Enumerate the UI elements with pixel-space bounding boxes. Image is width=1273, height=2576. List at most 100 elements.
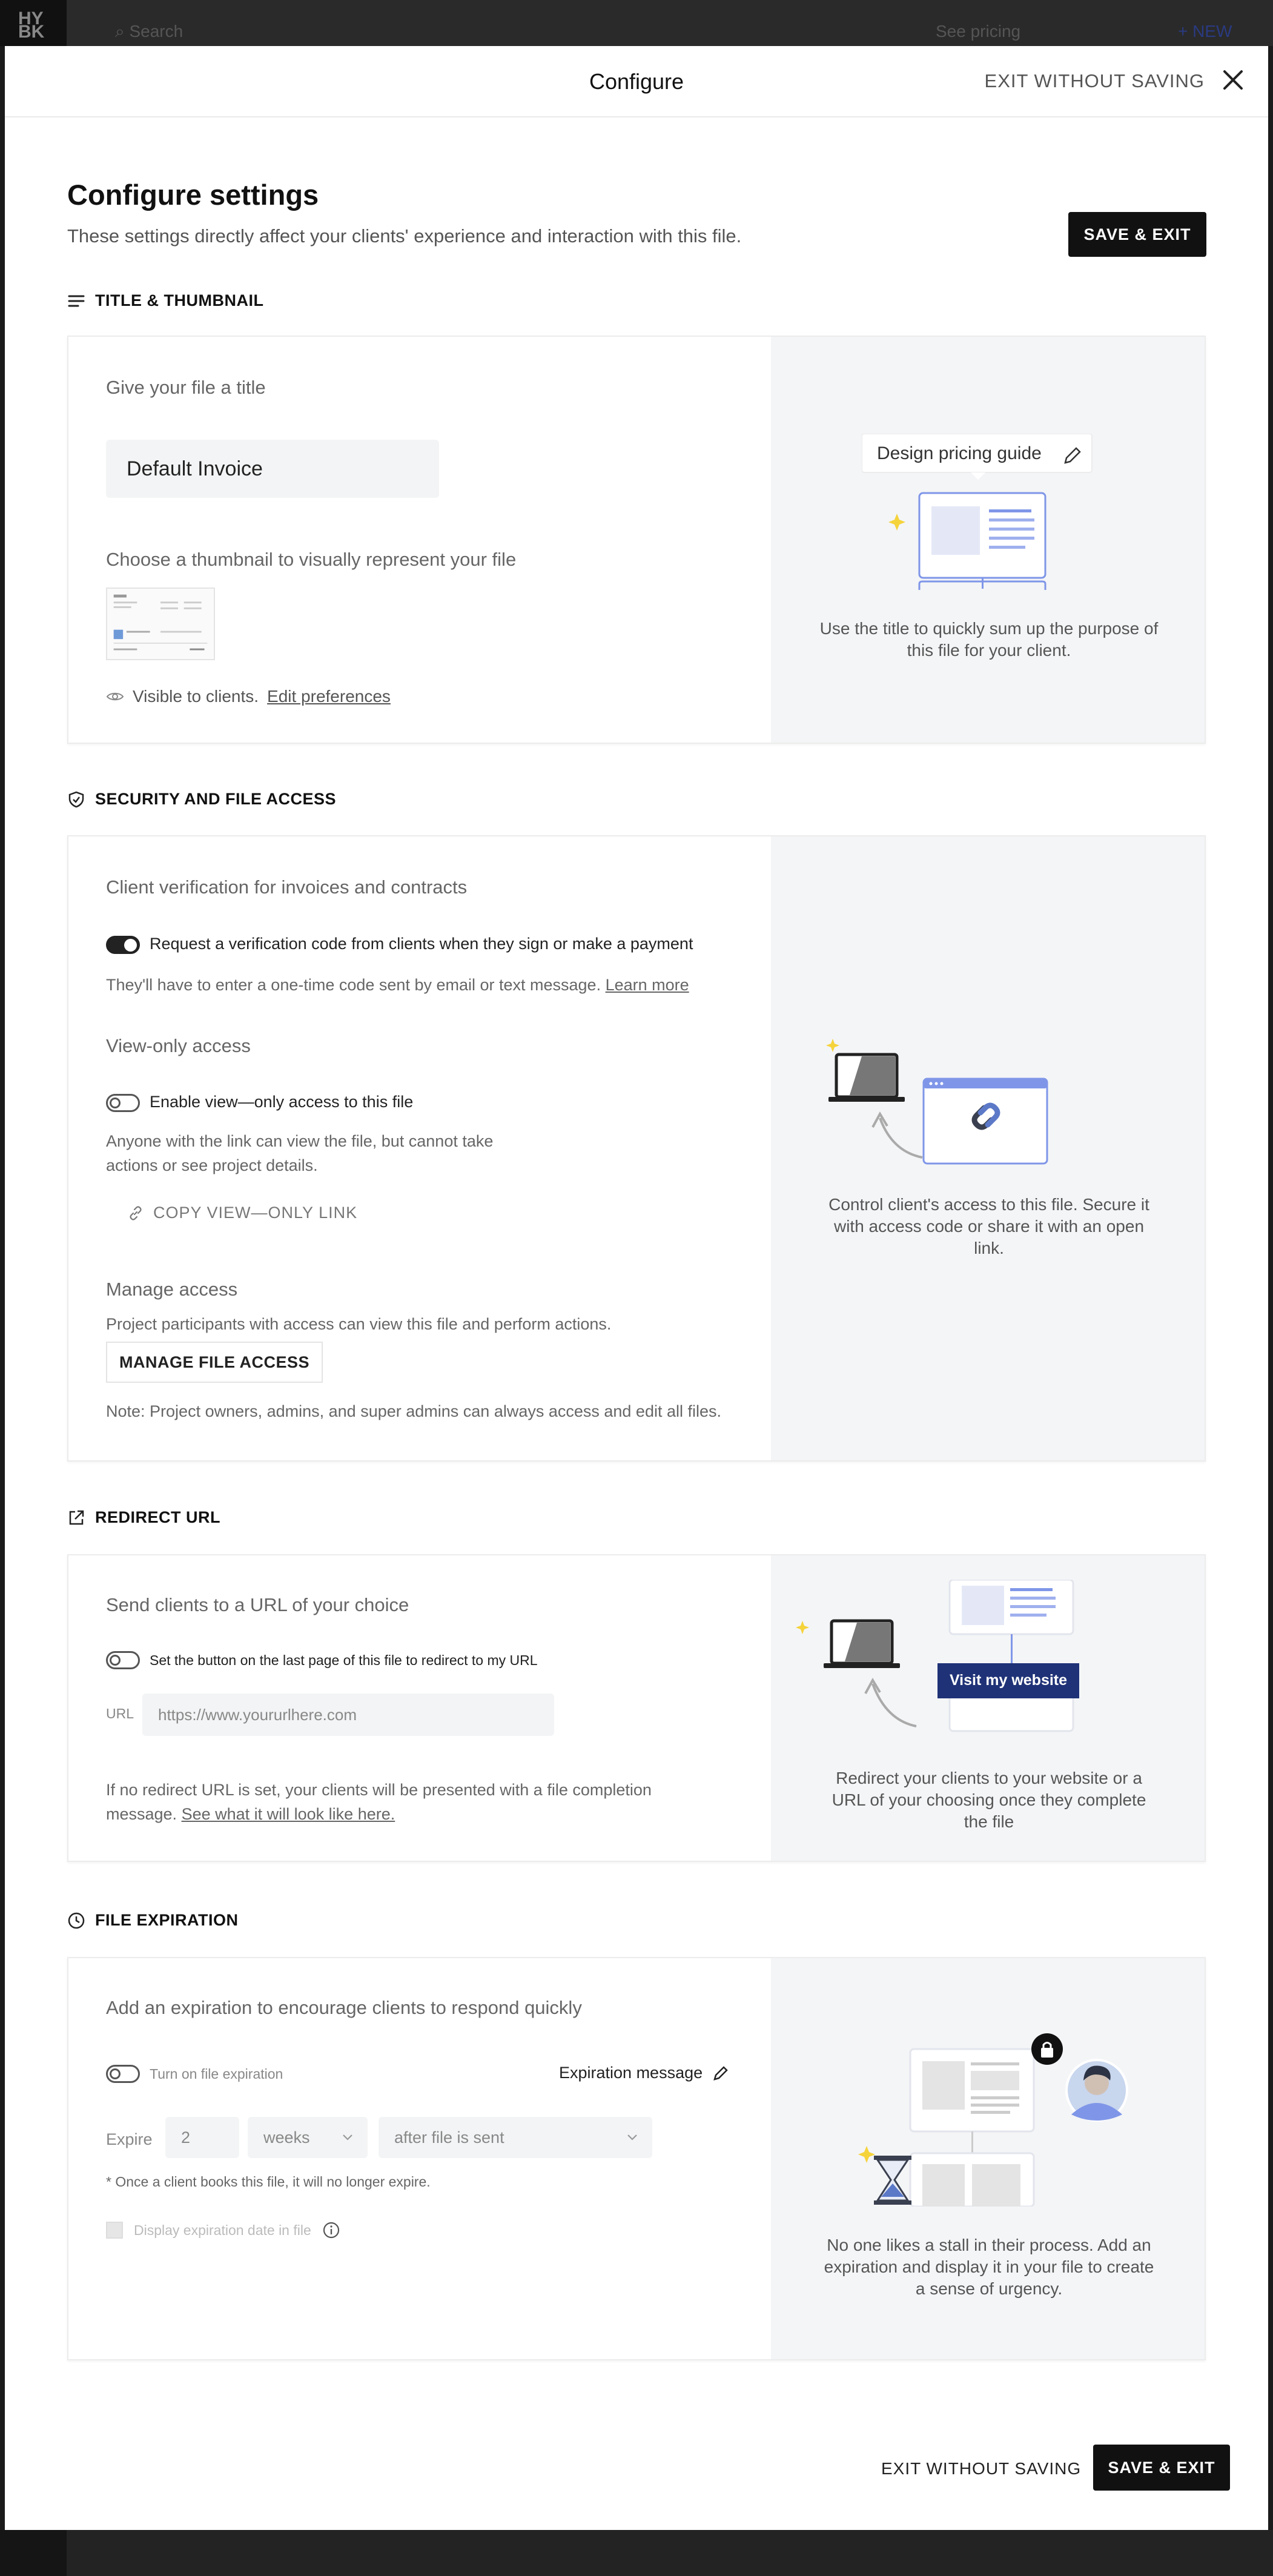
view-only-help-2: actions or see project details. xyxy=(106,1156,318,1174)
eye-icon xyxy=(106,692,124,701)
pencil-icon xyxy=(713,2065,728,2081)
verification-toggle-label: Request a verification code from clients… xyxy=(150,935,693,953)
expiration-message-label: Expiration message xyxy=(559,2064,703,2082)
redirect-label: Send clients to a URL of your choice xyxy=(106,1594,409,1615)
redirect-toggle[interactable] xyxy=(106,1651,140,1669)
security-illustration xyxy=(826,1039,1048,1165)
expiration-label: Add an expiration to encourage clients t… xyxy=(106,1997,582,2018)
save-exit-button[interactable]: SAVE & EXIT xyxy=(1068,212,1206,257)
view-only-help-1: Anyone with the link can view the file, … xyxy=(106,1132,494,1150)
exit-without-saving-link[interactable]: EXIT WITHOUT SAVING xyxy=(985,70,1205,92)
chevron-down-icon xyxy=(627,2134,637,2141)
visibility-row: Visible to clients. Edit preferences xyxy=(106,687,391,706)
view-only-toggle-label: Enable view—only access to this file xyxy=(150,1093,414,1111)
external-link-icon xyxy=(69,1510,84,1525)
manage-access-label: Manage access xyxy=(106,1279,238,1300)
visible-to-clients-text: Visible to clients. xyxy=(133,687,259,706)
file-title-input[interactable]: Default Invoice xyxy=(106,440,439,498)
redirect-help-message: message. xyxy=(106,1805,177,1823)
expiration-toggle[interactable] xyxy=(106,2065,140,2083)
redirect-illustration xyxy=(796,1580,1079,1732)
learn-more-link[interactable]: Learn more xyxy=(606,976,689,994)
expiration-note: * Once a client books this file, it will… xyxy=(106,2174,431,2190)
display-date-checkbox[interactable] xyxy=(106,2222,123,2239)
view-only-label: View-only access xyxy=(106,1035,251,1056)
expiration-illustration xyxy=(858,2033,1128,2207)
chevron-down-icon xyxy=(343,2134,352,2141)
access-note: Note: Project owners, admins, and super … xyxy=(106,1402,721,1420)
thumbnail-preview[interactable] xyxy=(106,588,215,660)
app-topbar: HY BK ⌕ Search See pricing + NEW xyxy=(0,0,1273,46)
copy-view-only-link-button[interactable]: COPY VIEW—ONLY LINK xyxy=(128,1204,357,1222)
expiration-illustration-caption: No one likes a stall in their process. A… xyxy=(824,2236,1154,2298)
manage-file-access-button[interactable]: MANAGE FILE ACCESS xyxy=(106,1342,323,1383)
redirect-help-1: If no redirect URL is set, your clients … xyxy=(106,1781,652,1799)
title-illustration-tooltip: Design pricing guide xyxy=(877,443,1042,463)
footer-exit-without-saving[interactable]: EXIT WITHOUT SAVING xyxy=(881,2459,1081,2478)
section-title-thumbnail-header: TITLE & THUMBNAIL xyxy=(67,291,263,310)
link-icon xyxy=(130,1205,142,1220)
security-illustration-caption: Control client's access to this file. Se… xyxy=(828,1195,1149,1257)
section-label: TITLE & THUMBNAIL xyxy=(95,291,264,310)
expire-unit-value: weeks xyxy=(263,2128,310,2147)
verification-help: They'll have to enter a one-time code se… xyxy=(106,976,689,995)
section-expiration-header: FILE EXPIRATION xyxy=(67,1911,239,1930)
info-icon[interactable] xyxy=(322,2221,340,2239)
display-date-row: Display expiration date in file xyxy=(106,2221,340,2239)
view-only-toggle[interactable] xyxy=(106,1094,140,1112)
expire-label: Expire xyxy=(106,2130,153,2148)
redirect-illustration-panel: Visit my website Redirect your clients t… xyxy=(771,1555,1205,1861)
clock-icon xyxy=(68,1912,85,1929)
app-bottombar xyxy=(0,2530,1273,2576)
url-label: URL xyxy=(106,1706,134,1721)
title-thumbnail-card: Give your file a title Default Invoice C… xyxy=(67,336,1206,744)
app-search: ⌕ Search xyxy=(115,22,184,41)
lines-icon xyxy=(68,295,85,306)
close-icon[interactable] xyxy=(1220,67,1246,93)
new-button: + NEW xyxy=(1178,22,1232,41)
edit-preferences-link[interactable]: Edit preferences xyxy=(267,687,391,706)
expiration-card: Add an expiration to encourage clients t… xyxy=(67,1957,1206,2360)
url-placeholder: https://www.yoururlhere.com xyxy=(158,1706,357,1724)
redirect-help-2: message. See what it will look like here… xyxy=(106,1805,395,1824)
redirect-toggle-label: Set the button on the last page of this … xyxy=(150,1652,538,1668)
page-subtitle: These settings directly affect your clie… xyxy=(67,225,742,247)
verification-label: Client verification for invoices and con… xyxy=(106,876,468,898)
app-search-label: Search xyxy=(129,22,184,41)
expire-after-value: after file is sent xyxy=(394,2128,504,2147)
app-logo: HY BK xyxy=(0,0,67,46)
display-date-label: Display expiration date in file xyxy=(134,2222,311,2238)
section-security-header: SECURITY AND FILE ACCESS xyxy=(67,790,336,809)
see-preview-link[interactable]: See what it will look like here. xyxy=(182,1805,395,1823)
expire-after-select[interactable]: after file is sent xyxy=(379,2117,652,2158)
security-card: Client verification for invoices and con… xyxy=(67,835,1206,1462)
title-illustration-panel: Design pricing guide Use the title to qu… xyxy=(771,337,1205,743)
page-title: Configure settings xyxy=(67,179,319,211)
redirect-illustration-caption: Redirect your clients to your website or… xyxy=(832,1769,1146,1831)
expire-amount-input[interactable]: 2 xyxy=(165,2117,239,2158)
expiration-message-button[interactable]: Expiration message xyxy=(559,2064,729,2082)
shield-icon xyxy=(68,791,84,807)
manage-access-help: Project participants with access can vie… xyxy=(106,1315,612,1333)
section-label: FILE EXPIRATION xyxy=(95,1911,239,1929)
expire-unit-select[interactable]: weeks xyxy=(248,2117,368,2158)
section-redirect-header: REDIRECT URL xyxy=(67,1508,220,1527)
section-label: REDIRECT URL xyxy=(95,1508,220,1526)
see-pricing-link: See pricing xyxy=(936,22,1021,41)
visit-website-button-illustration: Visit my website xyxy=(949,1672,1068,1689)
footer-save-exit-button[interactable]: SAVE & EXIT xyxy=(1093,2445,1230,2491)
verification-toggle[interactable] xyxy=(106,936,140,954)
security-illustration-panel: Control client's access to this file. Se… xyxy=(771,836,1205,1460)
thumbnail-label: Choose a thumbnail to visually represent… xyxy=(106,549,517,570)
title-illustration-caption: Use the title to quickly sum up the purp… xyxy=(819,619,1159,660)
redirect-card: Send clients to a URL of your choice Set… xyxy=(67,1554,1206,1862)
expiration-illustration-panel: No one likes a stall in their process. A… xyxy=(771,1958,1205,2359)
copy-link-label: COPY VIEW—ONLY LINK xyxy=(153,1204,358,1222)
verification-help-text: They'll have to enter a one-time code se… xyxy=(106,976,601,994)
section-label: SECURITY AND FILE ACCESS xyxy=(95,790,337,808)
modal-header: Configure EXIT WITHOUT SAVING xyxy=(5,46,1268,118)
give-title-label: Give your file a title xyxy=(106,377,266,398)
redirect-url-input[interactable]: https://www.yoururlhere.com xyxy=(142,1694,554,1736)
configure-modal: Configure EXIT WITHOUT SAVING Configure … xyxy=(5,46,1268,2530)
expiration-toggle-label: Turn on file expiration xyxy=(150,2066,283,2082)
